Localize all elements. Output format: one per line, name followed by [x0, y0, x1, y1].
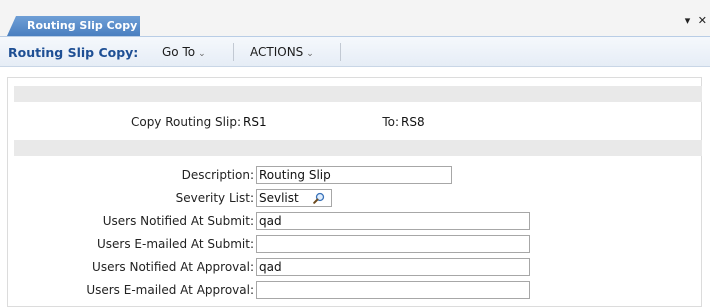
- users-notified-approval-label: Users Notified At Approval:: [92, 260, 254, 274]
- section-band: [14, 140, 702, 156]
- copy-to-value: RS8: [401, 115, 425, 129]
- actions-label: ACTIONS: [250, 45, 304, 59]
- page-title: Routing Slip Copy:: [8, 45, 139, 60]
- severity-list-label: Severity List:: [175, 191, 254, 205]
- goto-label: Go To: [162, 45, 196, 59]
- users-emailed-submit-label: Users E-mailed At Submit:: [97, 237, 254, 251]
- users-notified-submit-field[interactable]: qad: [256, 212, 530, 230]
- toolbar-divider: [340, 43, 341, 61]
- chevron-down-icon: ⌄: [306, 49, 314, 59]
- tab-controls: ▾ ✕: [681, 14, 707, 27]
- goto-menu[interactable]: Go To ⌄: [162, 45, 206, 59]
- users-emailed-approval-field[interactable]: [256, 281, 530, 299]
- users-notified-approval-field[interactable]: qad: [256, 258, 530, 276]
- users-emailed-approval-label: Users E-mailed At Approval:: [86, 283, 254, 297]
- users-emailed-submit-field[interactable]: [256, 235, 530, 253]
- section-band: [14, 86, 702, 102]
- copy-from-value: RS1: [243, 115, 267, 129]
- description-label: Description:: [181, 168, 254, 182]
- tab-label: Routing Slip Copy: [27, 19, 138, 32]
- search-icon[interactable]: [313, 192, 325, 204]
- tab-bar: Routing Slip Copy ▾ ✕: [0, 0, 710, 37]
- severity-list-value: Sevlist: [259, 191, 299, 205]
- close-icon[interactable]: ✕: [698, 14, 707, 27]
- tab-routing-slip-copy[interactable]: Routing Slip Copy: [7, 16, 140, 36]
- description-field[interactable]: Routing Slip: [256, 166, 452, 184]
- toolbar: Routing Slip Copy: Go To ⌄ ACTIONS ⌄: [0, 37, 710, 67]
- tab-menu-icon[interactable]: ▾: [685, 14, 691, 27]
- copy-to-label: To:: [382, 115, 399, 129]
- users-notified-submit-label: Users Notified At Submit:: [102, 214, 254, 228]
- copy-from-label: Copy Routing Slip:: [130, 115, 241, 129]
- actions-menu[interactable]: ACTIONS ⌄: [250, 45, 314, 59]
- chevron-down-icon: ⌄: [198, 49, 206, 59]
- toolbar-divider: [233, 43, 234, 61]
